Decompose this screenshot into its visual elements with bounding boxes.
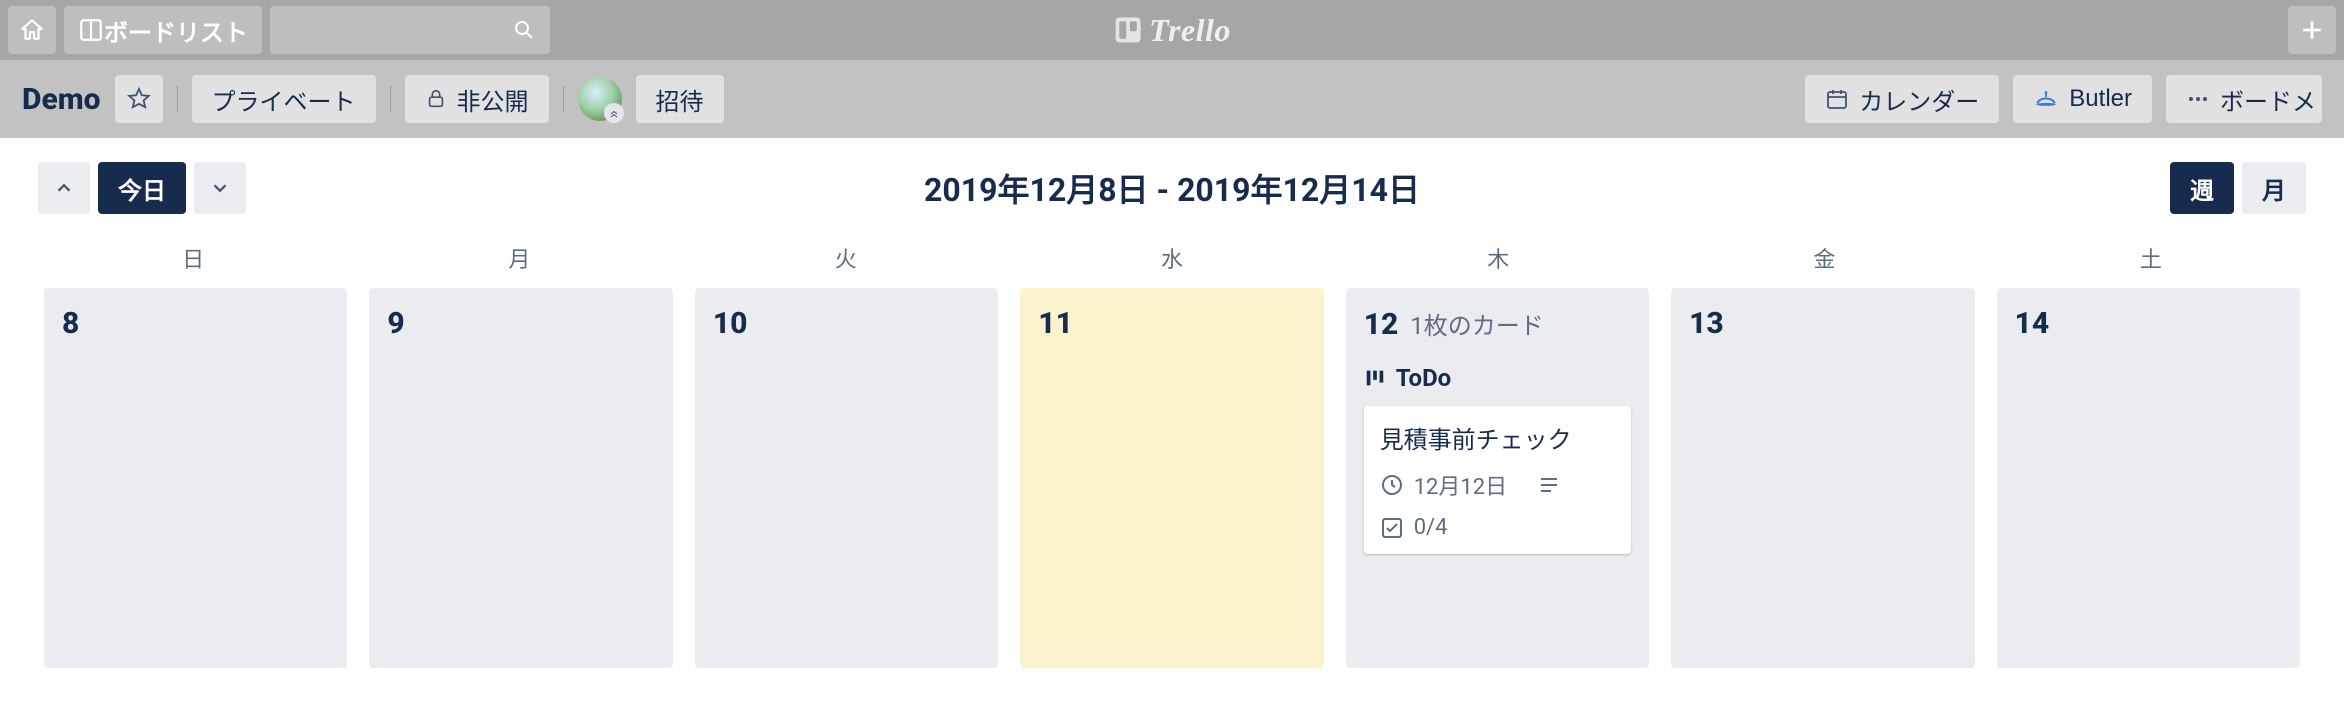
dow-cell: 日 xyxy=(30,234,356,288)
divider xyxy=(390,86,391,112)
invite-label: 招待 xyxy=(656,82,704,117)
day-column[interactable]: 8 xyxy=(44,288,347,668)
prev-button[interactable] xyxy=(38,162,90,214)
butler-button[interactable]: Butler xyxy=(2013,75,2152,123)
trello-logo-icon xyxy=(1113,15,1143,45)
day-column[interactable]: 14 xyxy=(1997,288,2300,668)
star-icon xyxy=(127,87,151,111)
calendar-powerup-button[interactable]: カレンダー xyxy=(1805,75,1999,123)
chevron-down-icon xyxy=(209,177,231,199)
chevron-up-icon xyxy=(53,177,75,199)
create-button[interactable] xyxy=(2288,6,2336,54)
list-icon xyxy=(1364,367,1386,389)
calendar-card[interactable]: 見積事前チェック 12月12日 0/4 xyxy=(1364,406,1631,554)
day-number: 8 xyxy=(62,306,79,341)
boards-button[interactable]: ボードリスト xyxy=(64,6,262,54)
day-number: 11 xyxy=(1038,306,1073,341)
description-icon xyxy=(1537,473,1561,497)
board-menu-button[interactable]: ボードメ xyxy=(2166,75,2322,123)
calendar-toolbar: 今日 2019年12月8日 - 2019年12月14日 週 月 xyxy=(22,138,2322,234)
day-number: 13 xyxy=(1689,306,1724,341)
day-column[interactable]: 11 xyxy=(1020,288,1323,668)
day-column[interactable]: 9 xyxy=(369,288,672,668)
card-meta-row: 12月12日 xyxy=(1380,469,1615,501)
today-label: 今日 xyxy=(118,171,166,206)
today-button[interactable]: 今日 xyxy=(98,162,186,214)
invite-button[interactable]: 招待 xyxy=(636,75,724,123)
day-of-week-header: 日月火水木金土 xyxy=(22,234,2322,288)
board-menu-label: ボードメ xyxy=(2220,82,2316,117)
list-name: ToDo xyxy=(1396,364,1452,392)
dow-cell: 金 xyxy=(1661,234,1987,288)
card-title: 見積事前チェック xyxy=(1380,420,1615,455)
search-icon xyxy=(512,18,536,42)
month-view-button[interactable]: 月 xyxy=(2242,162,2306,214)
day-number: 9 xyxy=(387,306,404,341)
week-label: 週 xyxy=(2190,171,2214,206)
calendar-icon xyxy=(1825,87,1849,111)
checklist-icon xyxy=(1380,516,1404,540)
dow-cell: 月 xyxy=(356,234,682,288)
visibility-label: 非公開 xyxy=(457,82,529,117)
lock-icon xyxy=(425,88,447,110)
calendar-powerup-label: カレンダー xyxy=(1859,82,1979,117)
ellipsis-icon xyxy=(2186,87,2210,111)
days-row: 8 9 10 11 12 1枚のカード ToDo 見積事前チェック 12月12日 0/4 13 14 xyxy=(22,288,2322,668)
boards-label: ボードリスト xyxy=(104,13,248,48)
avatar-chevrons-icon xyxy=(604,103,624,123)
dow-cell: 火 xyxy=(683,234,1009,288)
day-column[interactable]: 10 xyxy=(695,288,998,668)
divider xyxy=(563,86,564,112)
card-checklist-row: 0/4 xyxy=(1380,515,1615,540)
day-number: 10 xyxy=(713,306,748,341)
trello-logo[interactable]: Trello xyxy=(1113,12,1231,49)
plus-icon xyxy=(2299,17,2325,43)
home-icon xyxy=(19,17,45,43)
privacy-label: プライベート xyxy=(212,82,356,117)
list-label: ToDo xyxy=(1364,364,1631,392)
butler-icon xyxy=(2033,86,2059,112)
butler-label: Butler xyxy=(2069,85,2132,113)
board-title[interactable]: Demo xyxy=(22,82,101,117)
board-header: Demo プライベート 非公開 招待 カレンダー Butler xyxy=(0,60,2344,138)
calendar-view: 今日 2019年12月8日 - 2019年12月14日 週 月 日月火水木金土 … xyxy=(22,138,2322,668)
member-avatar[interactable] xyxy=(578,77,622,121)
boards-icon xyxy=(78,17,104,43)
star-button[interactable] xyxy=(115,75,163,123)
month-label: 月 xyxy=(2262,171,2286,206)
dow-cell: 土 xyxy=(1988,234,2314,288)
next-button[interactable] xyxy=(194,162,246,214)
dow-cell: 木 xyxy=(1335,234,1661,288)
privacy-button[interactable]: プライベート xyxy=(192,75,376,123)
visibility-button[interactable]: 非公開 xyxy=(405,75,549,123)
home-button[interactable] xyxy=(8,6,56,54)
day-column[interactable]: 13 xyxy=(1671,288,1974,668)
card-due-date: 12月12日 xyxy=(1414,469,1507,501)
day-card-count: 1枚のカード xyxy=(1410,306,1544,341)
calendar-range-title: 2019年12月8日 - 2019年12月14日 xyxy=(924,165,1420,211)
card-checklist-count: 0/4 xyxy=(1414,515,1448,540)
divider xyxy=(177,86,178,112)
trello-logo-text: Trello xyxy=(1149,12,1231,49)
week-view-button[interactable]: 週 xyxy=(2170,162,2234,214)
day-number: 14 xyxy=(2015,306,2050,341)
day-column[interactable]: 12 1枚のカード ToDo 見積事前チェック 12月12日 0/4 xyxy=(1346,288,1649,668)
search-input[interactable] xyxy=(270,6,550,54)
dow-cell: 水 xyxy=(1009,234,1335,288)
clock-icon xyxy=(1380,473,1404,497)
top-nav: ボードリスト Trello xyxy=(0,0,2344,60)
day-number: 12 xyxy=(1364,307,1399,342)
